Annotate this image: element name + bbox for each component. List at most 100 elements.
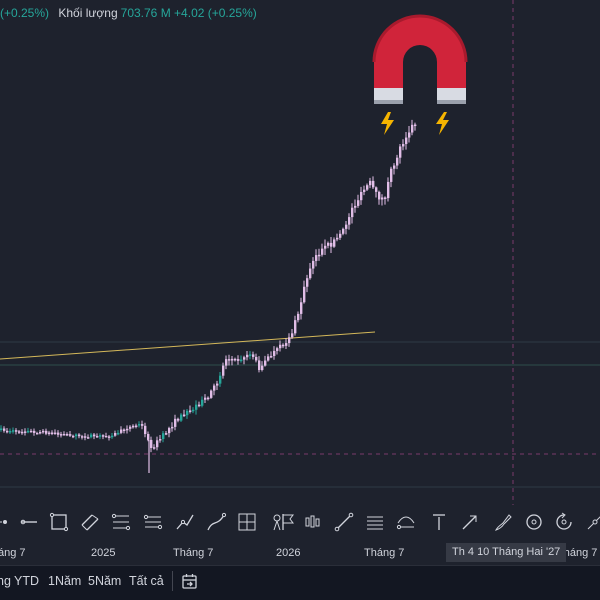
- candle: [75, 434, 78, 437]
- rotate-icon[interactable]: [553, 511, 575, 533]
- candle: [30, 430, 33, 433]
- candle: [168, 428, 171, 434]
- candle: [78, 434, 81, 437]
- horizontal-lines-icon[interactable]: [364, 511, 386, 533]
- candle: [267, 356, 270, 361]
- magnet-icon: [370, 14, 470, 144]
- candle: [171, 426, 174, 429]
- candle: [213, 385, 216, 391]
- candle: [120, 429, 123, 433]
- range-separator: [172, 571, 173, 591]
- candle: [63, 433, 66, 436]
- candle: [189, 410, 192, 412]
- candle: [285, 343, 288, 346]
- candle: [288, 337, 291, 344]
- candle: [339, 233, 342, 238]
- candle: [324, 245, 327, 249]
- candle: [258, 360, 261, 370]
- candle: [162, 433, 165, 440]
- arrow-icon[interactable]: [459, 511, 481, 533]
- fib-extension-icon[interactable]: [142, 511, 164, 533]
- cursor-icon[interactable]: [0, 511, 16, 533]
- candle: [273, 350, 276, 356]
- candle: [144, 425, 147, 434]
- rectangle-icon[interactable]: [48, 511, 70, 533]
- candle: [393, 165, 396, 169]
- candle: [243, 357, 246, 360]
- range-button-partial[interactable]: ng: [0, 574, 11, 588]
- bars-pattern-icon[interactable]: [301, 511, 323, 533]
- range-button-all[interactable]: Tất cả: [129, 574, 164, 588]
- candle: [210, 390, 213, 398]
- circle-icon[interactable]: [523, 511, 545, 533]
- candle: [360, 191, 363, 201]
- flag-icon[interactable]: [277, 511, 299, 533]
- candle: [42, 430, 45, 433]
- regression-icon[interactable]: [395, 511, 417, 533]
- time-label: Tháng 7: [173, 547, 214, 559]
- candle: [66, 433, 69, 436]
- grid-icon[interactable]: [236, 511, 258, 533]
- polyline-icon[interactable]: [205, 511, 227, 533]
- candle: [330, 242, 333, 247]
- candle: [333, 239, 336, 247]
- candle: [237, 359, 240, 361]
- candle: [231, 358, 234, 361]
- candle: [93, 434, 96, 437]
- horizontal-line-icon[interactable]: [18, 511, 40, 533]
- candle: [15, 430, 18, 432]
- range-button-ytd[interactable]: YTD: [14, 574, 39, 588]
- fib-retracement-icon[interactable]: [110, 511, 132, 533]
- candle: [174, 418, 177, 427]
- candle: [186, 410, 189, 416]
- candle: [303, 286, 306, 303]
- candle: [312, 260, 315, 269]
- candle: [321, 248, 324, 255]
- candle: [366, 185, 369, 190]
- candle: [195, 404, 198, 410]
- vertical-anchor-icon[interactable]: [428, 511, 450, 533]
- candle: [216, 383, 219, 386]
- chart-area[interactable]: (+0.25%) Khối lượng 703.76 M +4.02 (+0.25…: [0, 0, 600, 505]
- candle: [207, 397, 210, 400]
- candle: [150, 439, 153, 448]
- candle: [39, 431, 42, 434]
- candle: [135, 425, 138, 428]
- candle: [300, 302, 303, 314]
- time-label: Tháng 7: [364, 547, 405, 559]
- candle: [294, 320, 297, 334]
- candle: [132, 425, 135, 428]
- candle: [396, 157, 399, 166]
- candle: [342, 228, 345, 234]
- candle: [276, 348, 279, 351]
- candle: [246, 354, 249, 358]
- calendar-range-icon[interactable]: [180, 572, 200, 597]
- brush-icon[interactable]: [492, 511, 514, 533]
- candle: [291, 333, 294, 338]
- candle: [198, 404, 201, 407]
- candle: [297, 313, 300, 321]
- candle: [357, 200, 360, 206]
- candle: [87, 437, 90, 439]
- node-icon[interactable]: [584, 511, 600, 533]
- price-chart[interactable]: [0, 0, 600, 505]
- candle: [351, 207, 354, 218]
- candle: [81, 436, 84, 438]
- range-button-5y[interactable]: 5Năm: [88, 574, 121, 588]
- candle: [99, 435, 102, 437]
- candle: [234, 358, 237, 361]
- candle: [69, 434, 72, 436]
- candle: [204, 397, 207, 400]
- candle: [141, 424, 144, 426]
- candle: [54, 432, 57, 435]
- candle: [378, 191, 381, 200]
- path-icon[interactable]: [174, 511, 196, 533]
- trend-line-icon[interactable]: [333, 511, 355, 533]
- candle: [384, 197, 387, 199]
- parallel-channel-icon[interactable]: [79, 511, 101, 533]
- candle: [72, 435, 75, 438]
- range-button-1y[interactable]: 1Năm: [48, 574, 81, 588]
- candle: [318, 254, 321, 257]
- candle: [90, 434, 93, 438]
- candle: [225, 359, 228, 366]
